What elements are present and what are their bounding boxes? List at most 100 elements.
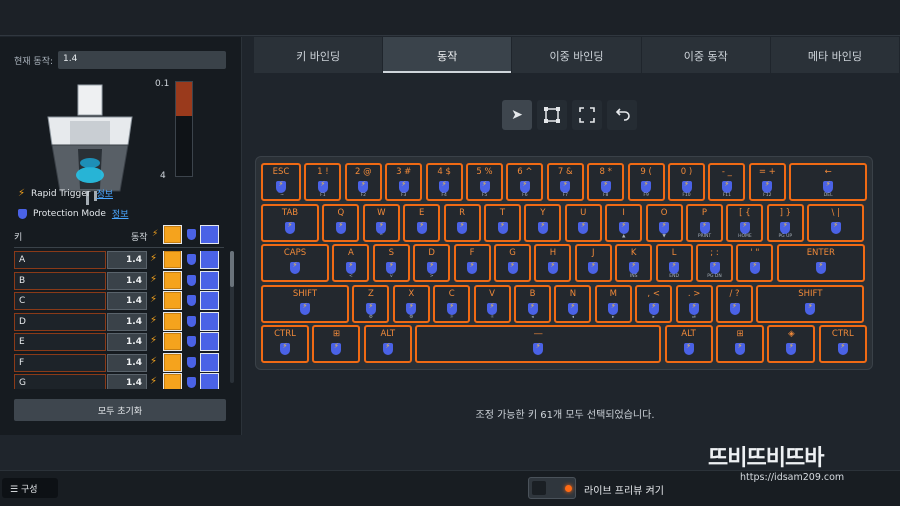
undo-icon[interactable] (607, 100, 637, 130)
expand-icon[interactable] (572, 100, 602, 130)
current-action-field[interactable]: 1.4 (58, 51, 226, 69)
select-box-icon[interactable] (537, 100, 567, 130)
key-0-1[interactable]: 1 ! F1 (304, 163, 342, 201)
key-0-8[interactable]: 8 * F8 (587, 163, 625, 201)
rapid-trigger-link[interactable]: 정보 (96, 187, 113, 200)
rapid-trigger-toggle[interactable] (163, 332, 182, 351)
key-4-7[interactable]: CTRL (818, 325, 867, 364)
key-row[interactable]: B 1.4 ⚡ (14, 270, 226, 290)
key-2-3[interactable]: D> (413, 244, 451, 283)
key-0-12[interactable]: = + F12 (748, 163, 786, 201)
key-0-11[interactable]: - _ F11 (708, 163, 746, 201)
key-1-7[interactable]: U (564, 203, 602, 242)
key-3-9[interactable]: . > ⏯ (675, 284, 713, 323)
protection-toggle[interactable] (200, 352, 219, 372)
protection-toggle[interactable] (200, 311, 219, 331)
key-1-11[interactable]: [ {HOME (726, 203, 764, 242)
tab-3[interactable]: 이중 동작 (641, 37, 770, 73)
key-list-scrollbar[interactable] (230, 251, 234, 383)
key-3-11[interactable]: SHIFT (756, 284, 865, 323)
pointer-icon[interactable]: ➤ (502, 100, 532, 130)
key-4-1[interactable]: ⊞ (312, 325, 361, 364)
key-4-0[interactable]: CTRL (261, 325, 309, 364)
key-0-13[interactable]: ← DEL (789, 163, 868, 201)
key-1-10[interactable]: P PRINT (686, 203, 723, 242)
protection-all-toggle[interactable] (200, 225, 219, 244)
key-row[interactable]: A 1.4 ⚡ (14, 251, 226, 269)
actuation-value-field[interactable]: 1.4 (107, 353, 147, 372)
actuation-value-field[interactable]: 1.4 (107, 312, 147, 331)
key-2-1[interactable]: A< (332, 244, 370, 283)
actuation-value-field[interactable]: 1.4 (107, 292, 147, 310)
key-list[interactable]: A 1.4 ⚡ B 1.4 ⚡ C 1.4 ⚡ D 1.4 ⚡ E 1.4 ⚡ F 1.4 ⚡ G 1.4 ⚡ (14, 251, 226, 389)
live-preview-toggle[interactable] (528, 477, 576, 499)
config-button[interactable]: ☰ 구성 (2, 478, 58, 498)
key-1-9[interactable]: O▼ (645, 203, 683, 242)
key-1-4[interactable]: R (443, 203, 481, 242)
key-1-3[interactable]: E (403, 203, 441, 242)
key-row[interactable]: D 1.4 ⚡ (14, 311, 226, 331)
key-row[interactable]: G 1.4 ⚡ (14, 373, 226, 389)
key-1-12[interactable]: ] } PG UP (766, 203, 804, 242)
key-1-2[interactable]: W^ (362, 203, 400, 242)
actuation-scale[interactable] (175, 81, 193, 177)
key-1-0[interactable]: TAB (261, 203, 319, 242)
key-0-0[interactable]: ESC `~ (261, 163, 301, 201)
key-0-3[interactable]: 3 # F3 (385, 163, 423, 201)
rapid-trigger-toggle[interactable] (163, 270, 182, 290)
actuation-value-field[interactable]: 1.4 (107, 374, 147, 389)
key-row[interactable]: E 1.4 ⚡ (14, 332, 226, 351)
protection-toggle[interactable] (200, 251, 219, 269)
protection-toggle[interactable] (200, 270, 219, 290)
key-0-5[interactable]: 5 % F5 (466, 163, 503, 201)
key-2-4[interactable]: F (453, 244, 491, 283)
key-row[interactable]: C 1.4 ⚡ (14, 291, 226, 310)
key-2-12[interactable]: ENTER (776, 244, 865, 283)
key-4-5[interactable]: ⊞ (716, 325, 764, 364)
protection-toggle[interactable] (200, 332, 219, 351)
key-2-0[interactable]: CAPS (261, 244, 329, 283)
key-2-8[interactable]: K INS (615, 244, 653, 283)
tab-4[interactable]: 메타 바인딩 (770, 37, 900, 73)
key-3-8[interactable]: , < ▸ (635, 284, 673, 323)
key-1-5[interactable]: T (484, 203, 521, 242)
key-row[interactable]: F 1.4 ⚡ (14, 352, 226, 372)
key-1-6[interactable]: Y (524, 203, 562, 242)
key-0-4[interactable]: 4 $ F4 (425, 163, 463, 201)
rapid-trigger-toggle[interactable] (163, 352, 182, 372)
protection-toggle[interactable] (200, 373, 219, 389)
reset-all-button[interactable]: 모두 초기화 (14, 399, 226, 421)
key-1-8[interactable]: I▲ (605, 203, 643, 242)
tab-1[interactable]: 동작 (383, 37, 512, 73)
actuation-value-field[interactable]: 1.4 (107, 271, 147, 290)
key-4-4[interactable]: ALT (664, 325, 713, 364)
key-4-6[interactable]: ◈ (767, 325, 816, 364)
key-1-13[interactable]: \ | (807, 203, 865, 242)
rapid-trigger-toggle[interactable] (163, 311, 182, 331)
key-2-2[interactable]: Sv (372, 244, 410, 283)
key-3-1[interactable]: Z⚙ (352, 284, 390, 323)
key-3-7[interactable]: M▸ (594, 284, 632, 323)
key-4-3[interactable]: ― (415, 325, 662, 364)
tab-0[interactable]: 키 바인딩 (254, 37, 383, 73)
protection-mode-link[interactable]: 정보 (112, 207, 129, 220)
key-3-6[interactable]: N◂ (554, 284, 592, 323)
actuation-value-field[interactable]: 1.4 (107, 333, 147, 351)
key-2-9[interactable]: L END (655, 244, 693, 283)
rapid-trigger-all-toggle[interactable] (163, 225, 182, 244)
key-2-6[interactable]: H (534, 244, 572, 283)
actuation-value-field[interactable]: 1.4 (107, 251, 147, 269)
key-3-10[interactable]: / ? (716, 284, 753, 323)
key-3-5[interactable]: B◂ (514, 284, 551, 323)
key-2-10[interactable]: ; : PG DN (696, 244, 733, 283)
key-2-11[interactable]: ' " (736, 244, 774, 283)
key-2-5[interactable]: G (494, 244, 531, 283)
key-0-2[interactable]: 2 @ F2 (344, 163, 382, 201)
tab-2[interactable]: 이중 바인딩 (512, 37, 641, 73)
key-0-6[interactable]: 6 ^ F6 (506, 163, 544, 201)
key-3-3[interactable]: C☼ (433, 284, 471, 323)
key-3-0[interactable]: SHIFT (261, 284, 349, 323)
key-1-1[interactable]: Q (322, 203, 360, 242)
rapid-trigger-toggle[interactable] (163, 251, 182, 269)
key-0-10[interactable]: 0 ) F10 (668, 163, 705, 201)
